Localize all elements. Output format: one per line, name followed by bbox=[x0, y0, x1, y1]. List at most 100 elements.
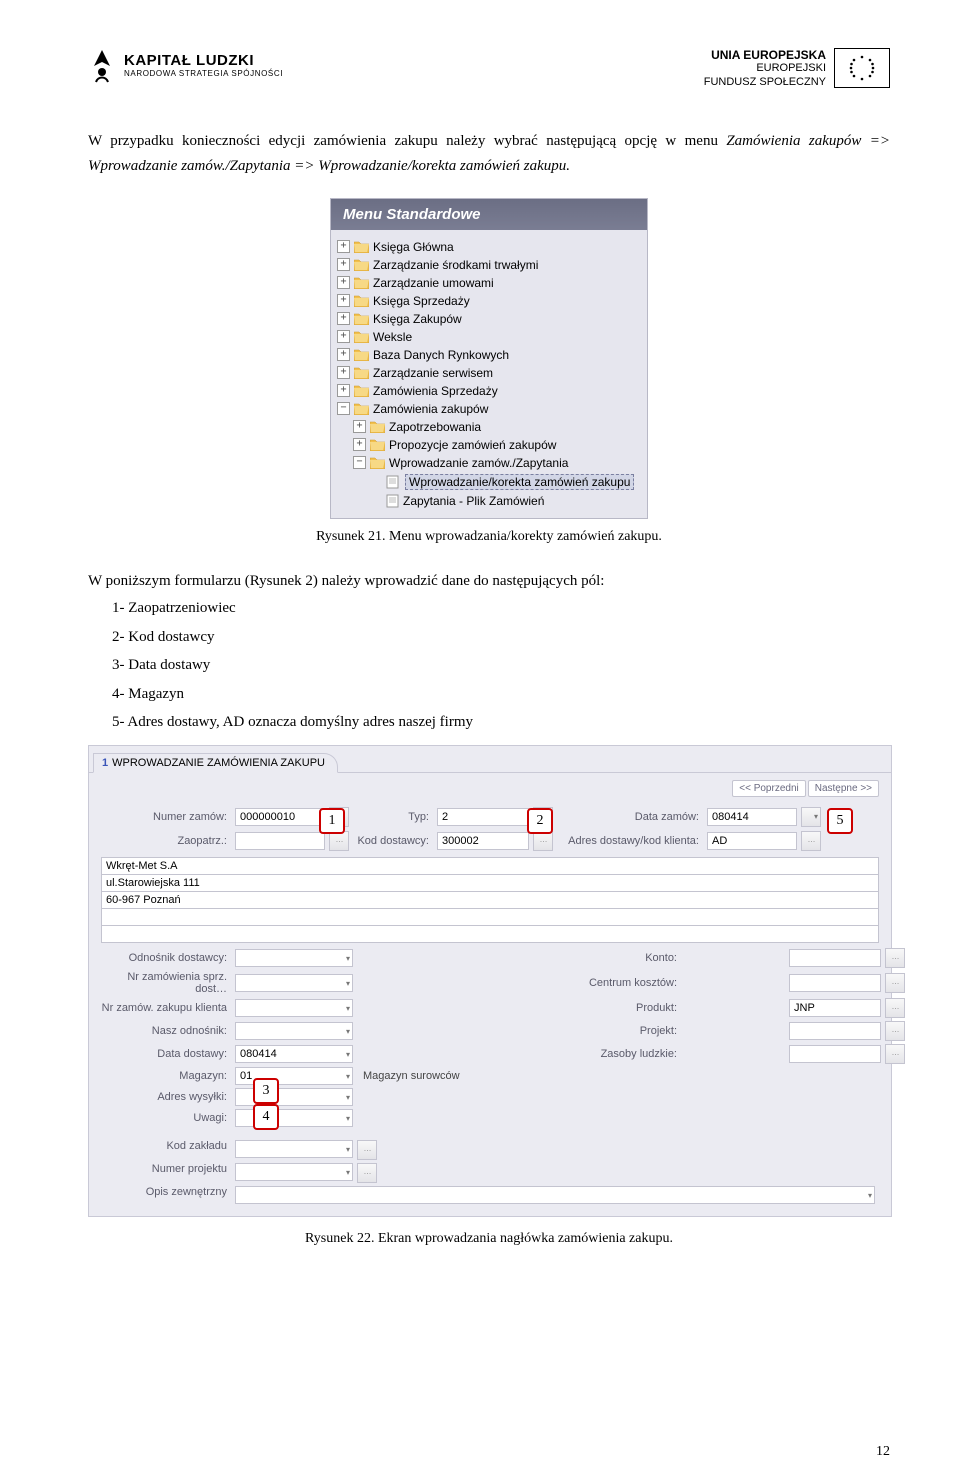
expand-icon[interactable]: + bbox=[337, 330, 350, 343]
figure-caption-21: Rysunek 21. Menu wprowadzania/korekty za… bbox=[88, 529, 890, 545]
menu-item[interactable]: + Zapotrzebowania bbox=[337, 418, 641, 436]
menu-item-label: Księga Główna bbox=[373, 240, 454, 254]
list-item: 1- Zaopatrzeniowiec bbox=[112, 594, 890, 623]
menu-item[interactable]: +Zarządzanie serwisem bbox=[337, 364, 641, 382]
lookup-icon[interactable]: … bbox=[885, 1021, 905, 1041]
label-numer-zamow: Numer zamów: bbox=[101, 811, 231, 823]
menu-item-label: Zamówienia Sprzedaży bbox=[373, 384, 498, 398]
label-zaopatrz: Zaopatrz.: bbox=[101, 835, 231, 847]
form-input[interactable] bbox=[235, 949, 353, 967]
menu-item-label: Zapotrzebowania bbox=[389, 420, 481, 434]
input-kod-dostawcy[interactable]: 300002 bbox=[437, 832, 529, 850]
lookup-icon[interactable]: … bbox=[533, 831, 553, 851]
expand-icon[interactable]: + bbox=[337, 276, 350, 289]
form-input[interactable]: 080414 bbox=[235, 1045, 353, 1063]
menu-item[interactable]: Zapytania - Plik Zamówień bbox=[337, 492, 641, 510]
eu-flag-icon bbox=[834, 48, 890, 88]
input-typ[interactable]: 2 bbox=[437, 808, 529, 826]
expand-icon[interactable]: + bbox=[337, 240, 350, 253]
expand-icon[interactable]: + bbox=[337, 384, 350, 397]
form-label: Centrum kosztów: bbox=[561, 977, 681, 989]
lookup-icon[interactable]: … bbox=[885, 1044, 905, 1064]
lookup-icon[interactable]: … bbox=[329, 831, 349, 851]
form-input[interactable] bbox=[789, 1045, 881, 1063]
form-input[interactable] bbox=[235, 974, 353, 992]
folder-icon bbox=[370, 438, 385, 451]
lookup-icon[interactable]: … bbox=[885, 998, 905, 1018]
menu-item[interactable]: +Baza Danych Rynkowych bbox=[337, 346, 641, 364]
form-input[interactable] bbox=[789, 974, 881, 992]
expand-icon[interactable]: + bbox=[337, 312, 350, 325]
menu-item-label: Księga Sprzedaży bbox=[373, 294, 470, 308]
list-item: 4- Magazyn bbox=[112, 680, 890, 709]
menu-item[interactable]: −Wprowadzanie zamów./Zapytania bbox=[337, 454, 641, 472]
prev-button[interactable]: << Poprzedni bbox=[732, 780, 806, 797]
form-screenshot: 1WPROWADZANIE ZAMÓWIENIA ZAKUPU << Poprz… bbox=[88, 745, 892, 1217]
menu-item-label: Wprowadzanie/korekta zamówień zakupu bbox=[405, 474, 634, 490]
callout-4: 4 bbox=[253, 1104, 279, 1130]
expand-icon[interactable]: + bbox=[337, 348, 350, 361]
menu-item[interactable]: Wprowadzanie/korekta zamówień zakupu bbox=[337, 472, 641, 492]
menu-item[interactable]: + Księga Sprzedaży bbox=[337, 292, 641, 310]
folder-icon bbox=[354, 276, 369, 289]
lookup-icon[interactable]: … bbox=[885, 948, 905, 968]
form-input[interactable]: JNP bbox=[789, 999, 881, 1017]
form-label: Numer projektu bbox=[101, 1163, 231, 1183]
collapse-icon[interactable]: − bbox=[353, 456, 366, 469]
folder-icon bbox=[354, 240, 369, 253]
next-button[interactable]: Następne >> bbox=[808, 780, 879, 797]
menu-item[interactable]: +Weksle bbox=[337, 328, 641, 346]
dropdown-icon[interactable] bbox=[801, 807, 821, 827]
lookup-icon[interactable]: … bbox=[885, 973, 905, 993]
menu-item[interactable]: −Zamówienia zakupów bbox=[337, 400, 641, 418]
form-input[interactable] bbox=[789, 1022, 881, 1040]
eu-line2: EUROPEJSKI bbox=[704, 62, 826, 75]
form-input[interactable] bbox=[789, 949, 881, 967]
collapse-icon[interactable]: − bbox=[337, 402, 350, 415]
menu-item[interactable]: + Zamówienia Sprzedaży bbox=[337, 382, 641, 400]
menu-item[interactable]: +Propozycje zamówień zakupów bbox=[337, 436, 641, 454]
eu-line1: UNIA EUROPEJSKA bbox=[704, 48, 826, 62]
expand-icon[interactable]: + bbox=[353, 438, 366, 451]
input-numer-zamow[interactable]: 000000010 bbox=[235, 808, 325, 826]
label-typ: Typ: bbox=[353, 811, 433, 823]
lookup-icon[interactable]: … bbox=[801, 831, 821, 851]
form-label: Produkt: bbox=[561, 1002, 681, 1014]
paragraph-1: W przypadku konieczności edycji zamówien… bbox=[88, 129, 890, 180]
callout-1: 1 bbox=[319, 808, 345, 834]
lookup-icon[interactable]: … bbox=[357, 1140, 377, 1160]
menu-item[interactable]: + Księga Zakupów bbox=[337, 310, 641, 328]
form-input[interactable] bbox=[235, 1163, 353, 1181]
input-adres-dostawy[interactable]: AD bbox=[707, 832, 797, 850]
list-item: 5- Adres dostawy, AD oznacza domyślny ad… bbox=[112, 708, 890, 737]
folder-icon bbox=[354, 258, 369, 271]
form-input[interactable] bbox=[235, 999, 353, 1017]
menu-item[interactable]: + Księga Główna bbox=[337, 238, 641, 256]
header-right: UNIA EUROPEJSKA EUROPEJSKI FUNDUSZ SPOŁE… bbox=[704, 48, 890, 89]
expand-icon[interactable]: + bbox=[337, 258, 350, 271]
input-zaopatrz[interactable] bbox=[235, 832, 325, 850]
figure-caption-22: Rysunek 22. Ekran wprowadzania nagłówka … bbox=[88, 1231, 890, 1247]
form-input[interactable] bbox=[235, 1022, 353, 1040]
form-label: Zasoby ludzkie: bbox=[561, 1048, 681, 1060]
form-label: Magazyn: bbox=[101, 1070, 231, 1082]
list-item: 2- Kod dostawcy bbox=[112, 623, 890, 652]
list-item: 3- Data dostawy bbox=[112, 651, 890, 680]
folder-icon bbox=[370, 456, 385, 469]
menu-item[interactable]: +Zarządzanie środkami trwałymi bbox=[337, 256, 641, 274]
menu-item[interactable]: +Zarządzanie umowami bbox=[337, 274, 641, 292]
form-tab[interactable]: 1WPROWADZANIE ZAMÓWIENIA ZAKUPU bbox=[93, 753, 338, 773]
form-label: Konto: bbox=[561, 952, 681, 964]
expand-icon[interactable]: + bbox=[353, 420, 366, 433]
menu-item-label: Księga Zakupów bbox=[373, 312, 462, 326]
input-data-zamow[interactable]: 080414 bbox=[707, 808, 797, 826]
form-input[interactable] bbox=[235, 1186, 875, 1204]
lookup-icon[interactable]: … bbox=[357, 1163, 377, 1183]
label-data-zamow: Data zamów: bbox=[557, 811, 703, 823]
expand-icon[interactable]: + bbox=[337, 294, 350, 307]
expand-icon[interactable]: + bbox=[337, 366, 350, 379]
address-line: 60-967 Poznań bbox=[101, 891, 879, 909]
folder-icon bbox=[354, 330, 369, 343]
form-input[interactable] bbox=[235, 1140, 353, 1158]
folder-icon bbox=[354, 312, 369, 325]
